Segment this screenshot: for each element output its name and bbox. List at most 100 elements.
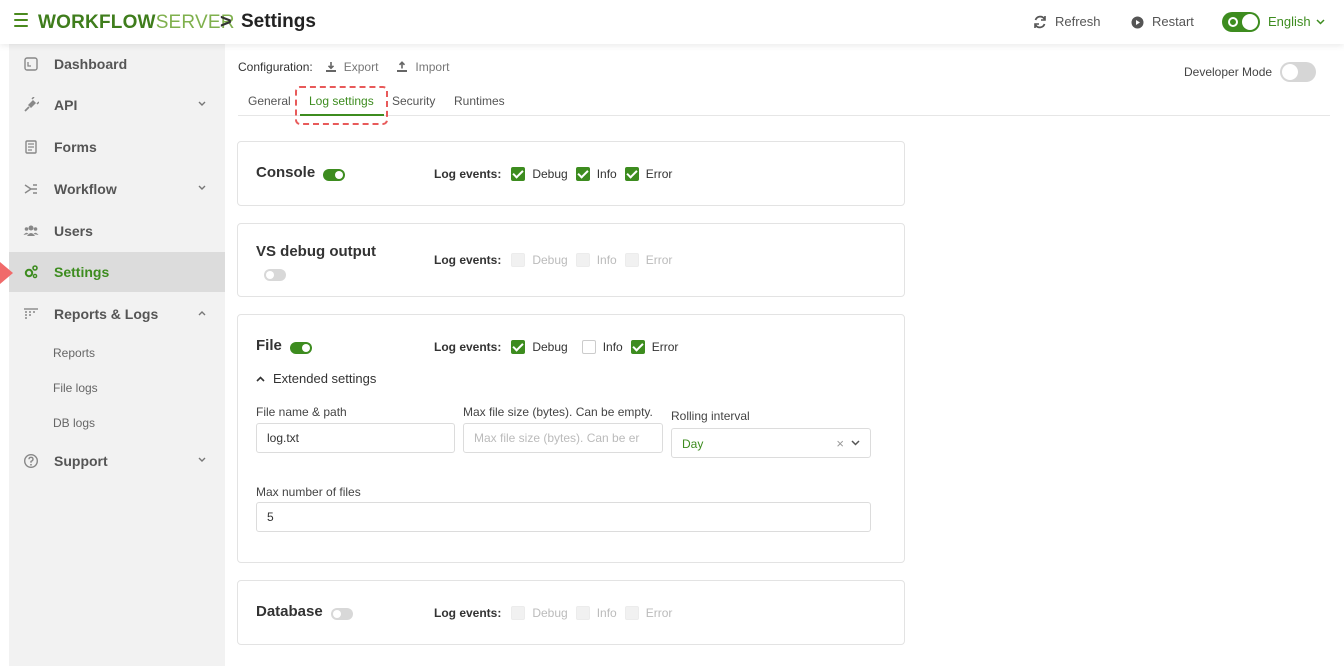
clear-icon[interactable]: × (836, 437, 844, 451)
menu-icon[interactable] (14, 13, 28, 27)
import-label: Import (415, 60, 450, 74)
tab-highlight-box (295, 86, 388, 125)
database-error-checkbox: Error (624, 606, 672, 620)
sidebar-item-label: Settings (54, 264, 110, 280)
settings-tabs: General Log settings Security Runtimes (238, 88, 1330, 116)
developer-mode: Developer Mode (1184, 62, 1317, 82)
import-button[interactable]: Import (396, 60, 449, 74)
language-label: English (1268, 14, 1311, 29)
vs-debug-title: VS debug output (256, 243, 376, 260)
sidebar-item-forms[interactable]: Forms (9, 127, 225, 167)
database-info-checkbox: Info (575, 606, 617, 620)
chevron-down-icon (1316, 19, 1325, 25)
breadcrumb-separator: > (220, 11, 232, 33)
workflow-icon (24, 184, 37, 194)
max-files-input[interactable] (256, 502, 871, 532)
file-debug-checkbox[interactable]: Debug (511, 340, 568, 354)
developer-mode-toggle[interactable] (1280, 62, 1317, 82)
language-toggle[interactable] (1222, 12, 1260, 32)
restart-label: Restart (1152, 14, 1194, 29)
extended-settings-toggle[interactable]: Extended settings (256, 371, 376, 387)
sidebar-item-reports-logs[interactable]: Reports & Logs (9, 294, 225, 334)
console-info-checkbox[interactable]: Info (575, 167, 617, 181)
sidebar-item-label: Support (54, 453, 108, 469)
vs-debug-error-checkbox: Error (624, 253, 672, 267)
console-toggle[interactable] (323, 169, 345, 181)
database-title: Database (256, 603, 323, 620)
sidebar-item-label: API (54, 97, 78, 113)
brand-bold-text: WORKFLOW (38, 12, 156, 33)
configuration-label: Configuration: (238, 60, 313, 74)
chevron-down-icon (851, 440, 860, 446)
download-icon (325, 62, 336, 72)
brand-logo[interactable]: WORKFLOWSERVER (38, 12, 235, 34)
sidebar-subitem-reports[interactable]: Reports (53, 346, 95, 360)
sidebar-item-label: Users (54, 223, 93, 239)
vs-debug-log-events: Log events: Debug Info Error (434, 253, 680, 267)
console-card: Console Log events: Debug Info Error (237, 141, 905, 206)
extended-settings-label: Extended settings (273, 371, 377, 386)
plug-icon (24, 97, 39, 112)
console-title: Console (256, 164, 316, 181)
rolling-interval-value: Day (682, 437, 704, 451)
vs-debug-debug-checkbox: Debug (511, 253, 568, 267)
configuration-bar: Configuration: Export Import (238, 60, 449, 74)
export-label: Export (343, 60, 379, 74)
sidebar-item-label: Reports & Logs (54, 306, 159, 322)
file-error-checkbox[interactable]: Error (630, 340, 678, 354)
chevron-up-icon (198, 311, 206, 316)
vs-debug-info-checkbox: Info (575, 253, 617, 267)
file-toggle[interactable] (290, 342, 312, 354)
sidebar-item-workflow[interactable]: Workflow (9, 169, 225, 209)
sidebar-subitem-db-logs[interactable]: DB logs (53, 416, 95, 430)
file-card: File Log events: Debug Info Error Extend… (237, 314, 905, 563)
database-card: Database Log events: Debug Info Error (237, 580, 905, 645)
vs-debug-toggle[interactable] (264, 269, 286, 281)
users-icon (23, 225, 39, 236)
chevron-down-icon (198, 457, 206, 462)
refresh-icon (1034, 15, 1046, 29)
sidebar-item-settings[interactable]: Settings (9, 252, 225, 292)
developer-mode-label: Developer Mode (1184, 65, 1273, 79)
console-error-checkbox[interactable]: Error (624, 167, 672, 181)
page-title: Settings (241, 11, 316, 32)
file-log-events: Log events: Debug Info Error (434, 340, 686, 354)
file-title: File (256, 337, 282, 354)
tab-security[interactable]: Security (392, 94, 435, 108)
file-name-input[interactable] (256, 423, 455, 453)
language-selector[interactable]: English (1268, 14, 1325, 30)
max-file-size-label: Max file size (bytes). Can be empty. (463, 405, 653, 419)
chevron-down-icon (198, 101, 206, 106)
refresh-button[interactable]: Refresh (1033, 14, 1101, 30)
sidebar-item-users[interactable]: Users (9, 211, 225, 251)
tab-general[interactable]: General (248, 94, 291, 108)
sidebar-item-support[interactable]: Support (9, 441, 225, 481)
sidebar-item-label: Workflow (54, 181, 117, 197)
chevron-down-icon (198, 185, 206, 190)
sidebar-item-api[interactable]: API (9, 85, 225, 125)
log-events-label: Log events: (434, 253, 502, 267)
refresh-label: Refresh (1055, 14, 1101, 29)
restart-button[interactable]: Restart (1131, 14, 1194, 30)
tab-runtimes[interactable]: Runtimes (454, 94, 505, 108)
sidebar-item-label: Dashboard (54, 56, 128, 72)
rolling-interval-select[interactable]: Day × (671, 428, 871, 458)
max-files-label: Max number of files (256, 485, 361, 499)
sidebar-subitem-file-logs[interactable]: File logs (53, 381, 98, 395)
chevron-up-icon (256, 376, 265, 382)
console-debug-checkbox[interactable]: Debug (511, 167, 568, 181)
active-pointer-marker (0, 262, 13, 284)
log-events-label: Log events: (434, 606, 502, 620)
max-file-size-input[interactable] (463, 423, 663, 453)
form-icon (25, 140, 37, 154)
help-icon (23, 453, 39, 469)
rolling-interval-label: Rolling interval (671, 409, 750, 423)
sidebar-item-dashboard[interactable]: Dashboard (9, 44, 225, 84)
file-info-checkbox[interactable]: Info (581, 340, 623, 354)
export-button[interactable]: Export (325, 60, 379, 74)
database-log-events: Log events: Debug Info Error (434, 606, 680, 620)
sidebar: Dashboard API Forms Workflow Users Setti… (9, 44, 225, 666)
play-circle-icon (1131, 16, 1144, 28)
database-toggle[interactable] (331, 608, 353, 620)
file-name-label: File name & path (256, 405, 347, 419)
